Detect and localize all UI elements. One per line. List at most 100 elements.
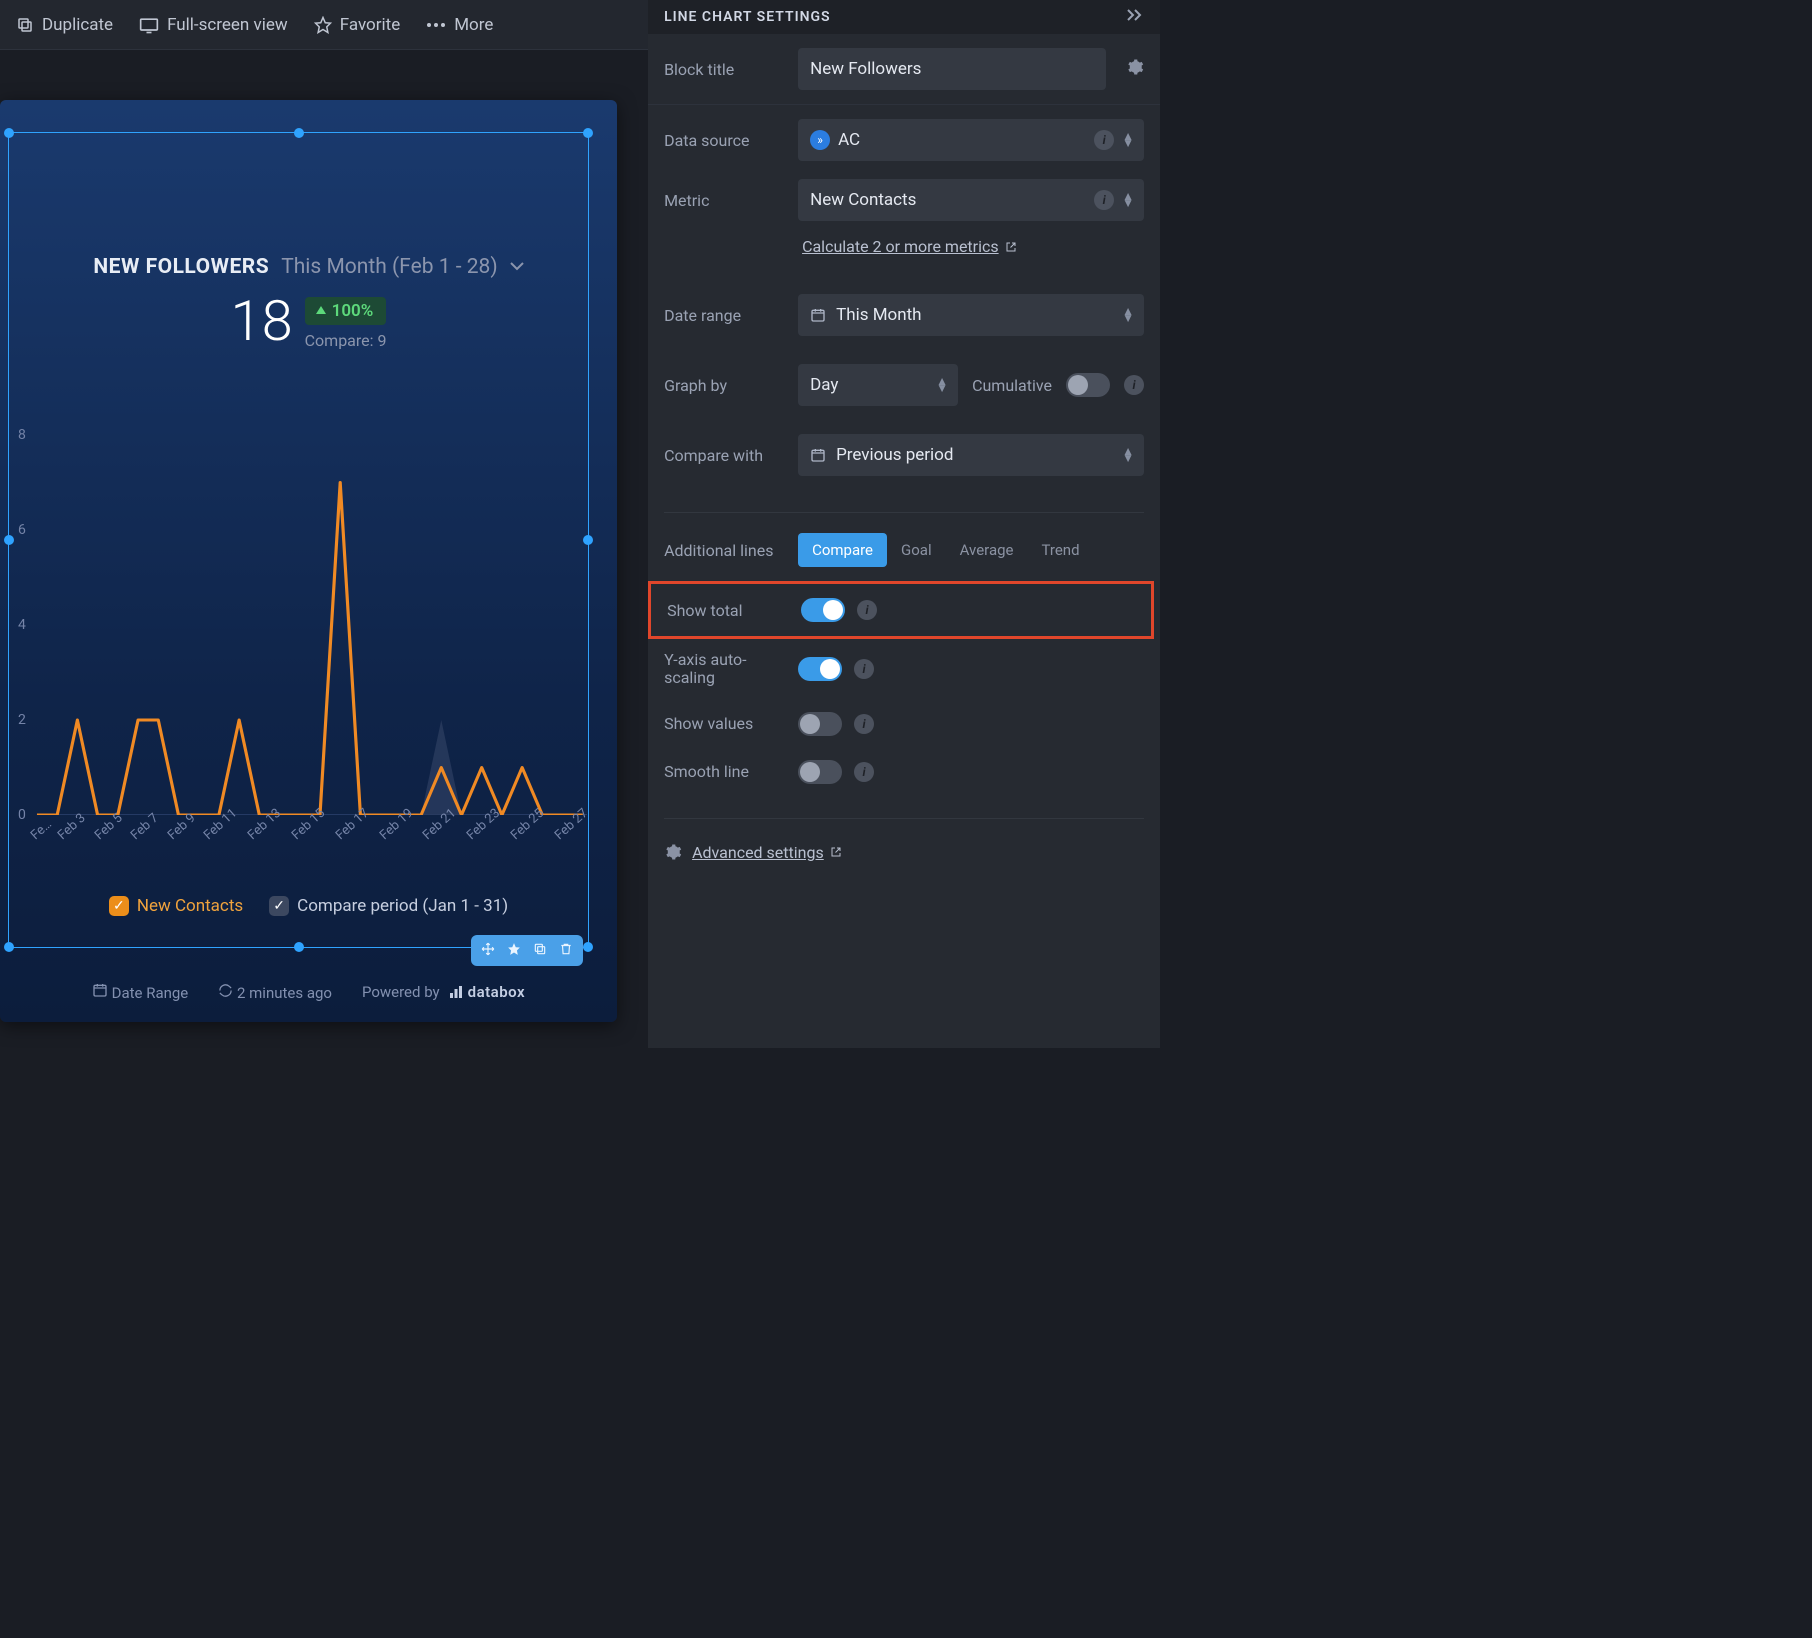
panel-title: LINE CHART SETTINGS [664,9,831,25]
block-title-input[interactable]: New Followers [798,48,1106,90]
show-values-label: Show values [664,714,786,733]
tab-compare[interactable]: Compare [798,533,887,567]
metric-select[interactable]: New Contacts i ▲▼ [798,179,1144,221]
fullscreen-button[interactable]: Full-screen view [139,15,288,35]
panel-header: LINE CHART SETTINGS [648,0,1160,34]
checkbox-icon: ✓ [109,896,129,916]
footer-refresh[interactable]: 2 minutes ago [218,983,332,1002]
compare-with-label: Compare with [664,446,786,465]
legend-item-compare[interactable]: ✓ Compare period (Jan 1 - 31) [269,896,508,916]
graph-by-label: Graph by [664,376,786,395]
gear-icon [664,843,682,861]
star-icon[interactable] [507,941,521,960]
chart-title-row[interactable]: NEW FOLLOWERS This Month (Feb 1 - 28) [0,255,617,279]
info-icon[interactable]: i [1094,190,1114,210]
more-label: More [454,15,493,35]
duplicate-button[interactable]: Duplicate [16,15,113,35]
fullscreen-label: Full-screen view [167,15,288,35]
info-icon[interactable]: i [857,600,877,620]
caret-updown-icon: ▲▼ [936,378,948,392]
favorite-button[interactable]: Favorite [314,15,401,35]
y-tick: 8 [18,427,26,443]
resize-handle[interactable] [4,942,14,952]
data-source-label: Data source [664,131,786,150]
graph-by-select[interactable]: Day ▲▼ [798,364,958,406]
calculate-metrics-link[interactable]: Calculate 2 or more metrics [802,237,1017,256]
compare-with-value: Previous period [836,445,953,465]
info-icon[interactable]: i [854,659,874,679]
data-source-value: AC [838,130,860,150]
info-icon[interactable]: i [854,714,874,734]
change-badge: 100% [305,297,387,325]
x-tick: Feb 9 [165,811,199,843]
block-title-label: Block title [664,60,786,79]
resize-handle[interactable] [4,535,14,545]
dots-icon [426,22,446,28]
caret-updown-icon: ▲▼ [1122,193,1134,207]
more-button[interactable]: More [426,15,493,35]
y-tick: 6 [18,522,26,538]
chart-legend: ✓ New Contacts ✓ Compare period (Jan 1 -… [0,896,617,916]
graph-by-value: Day [810,375,838,395]
block-title-value: New Followers [810,59,921,79]
tab-average[interactable]: Average [946,533,1028,567]
powered-by-label: Powered by [362,983,440,1001]
advanced-label: Advanced settings [692,843,824,862]
collapse-icon[interactable] [1126,8,1144,26]
favorite-label: Favorite [340,15,401,35]
footer-daterange[interactable]: Date Range [92,982,188,1002]
info-icon[interactable]: i [854,762,874,782]
date-range-select[interactable]: This Month ▲▼ [798,294,1144,336]
resize-handle[interactable] [583,942,593,952]
line-chart[interactable]: 8 6 4 2 0 [18,435,587,815]
y-tick: 4 [18,617,26,633]
yaxis-auto-label: Y-axis auto-scaling [664,651,786,688]
legend-item-primary[interactable]: ✓ New Contacts [109,896,243,916]
date-range-label: Date range [664,306,786,325]
cumulative-toggle[interactable] [1066,373,1110,397]
gear-icon[interactable] [1126,58,1144,81]
show-total-label: Show total [667,601,789,620]
caret-updown-icon: ▲▼ [1122,308,1134,322]
legend-primary-label: New Contacts [137,896,243,916]
yaxis-auto-toggle[interactable] [798,657,842,681]
compare-value: Compare: 9 [305,331,387,350]
info-icon[interactable]: i [1094,130,1114,150]
footer-timestamp: 2 minutes ago [237,984,332,1002]
cumulative-label: Cumulative [972,376,1052,395]
move-icon[interactable] [481,941,495,960]
x-tick: Feb 3 [55,811,89,843]
monitor-icon [139,16,159,34]
tab-goal[interactable]: Goal [887,533,946,567]
info-icon[interactable]: i [1124,375,1144,395]
tab-trend[interactable]: Trend [1027,533,1093,567]
x-tick: Feb 5 [92,811,126,843]
card-toolbar: Duplicate Full-screen view Favorite More [0,0,648,50]
show-values-toggle[interactable] [798,712,842,736]
chart-value: 18 [231,293,293,349]
footer-daterange-label: Date Range [112,984,189,1002]
chart-card[interactable]: NEW FOLLOWERS This Month (Feb 1 - 28) 18… [0,100,617,1022]
copy-icon[interactable] [533,941,547,960]
compare-with-select[interactable]: Previous period ▲▼ [798,434,1144,476]
checkbox-icon: ✓ [269,896,289,916]
card-footer: Date Range 2 minutes ago Powered by data… [0,982,617,1002]
x-tick: Feb 7 [128,811,162,843]
star-icon [314,16,332,34]
show-total-toggle[interactable] [801,598,845,622]
settings-panel: LINE CHART SETTINGS Block title New Foll… [648,0,1160,1048]
change-value: 100% [332,301,374,321]
y-tick: 0 [18,807,26,823]
smooth-line-toggle[interactable] [798,760,842,784]
copy-icon [16,16,34,34]
smooth-line-label: Smooth line [664,762,786,781]
data-source-select[interactable]: » AC i ▲▼ [798,119,1144,161]
caret-updown-icon: ▲▼ [1122,448,1134,462]
legend-compare-label: Compare period (Jan 1 - 31) [297,896,508,916]
advanced-settings-link[interactable]: Advanced settings [692,843,842,862]
duplicate-label: Duplicate [42,15,113,35]
resize-handle[interactable] [294,942,304,952]
calc-link-label: Calculate 2 or more metrics [802,237,999,256]
brand-logo[interactable]: databox [448,983,525,1001]
trash-icon[interactable] [559,941,573,960]
